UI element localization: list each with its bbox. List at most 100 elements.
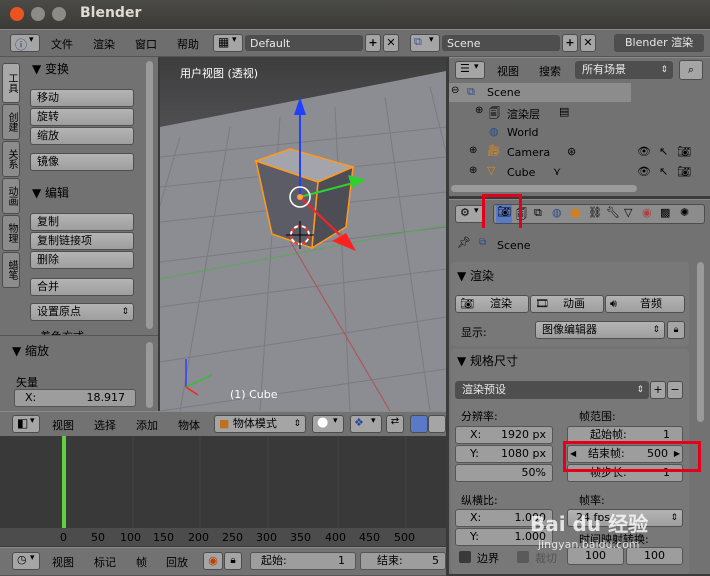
tab-animation[interactable]: 动画 <box>2 178 20 214</box>
resolution-percent-slider[interactable]: 50% <box>455 464 553 482</box>
duplicate-linked-button[interactable]: 复制链接项 <box>30 232 134 250</box>
outliner-row-cube[interactable]: ⊕ ▽ Cube ⋎ 👁︎ ↖ 📷︎ <box>449 163 710 182</box>
view3d-menu-object[interactable]: 物体 <box>178 417 200 433</box>
scene-field[interactable]: Scene <box>442 35 560 51</box>
world-tab-icon[interactable]: ◍ <box>552 206 562 219</box>
constraints-tab-icon[interactable]: ⛓ <box>588 206 602 219</box>
rotate-manipulator-icon[interactable] <box>428 415 446 433</box>
lock-icon[interactable]: 🔒︎ <box>224 552 242 570</box>
operator-scrollbar[interactable] <box>146 342 153 408</box>
menu-help[interactable]: 帮助 <box>177 36 199 52</box>
vector-x-field[interactable]: X: 18.917 <box>14 389 136 407</box>
selectability-cursor-icon[interactable]: ↖ <box>659 165 668 178</box>
outliner-row-world[interactable]: ◍ World <box>449 123 631 142</box>
timeline-menu-frame[interactable]: 帧 <box>136 554 147 570</box>
outliner-row-camera[interactable]: ⊕ 🎥︎ Camera ⊛ 👁︎ ↖ 📷︎ <box>449 143 710 162</box>
tab-grease-pencil[interactable]: 蜡笔 <box>2 252 20 288</box>
object-tab-icon[interactable]: ■ <box>570 206 580 219</box>
expand-icon[interactable]: ⊕ <box>469 145 477 156</box>
render-animation-button[interactable]: 🎞︎ 动画 <box>530 295 604 313</box>
remove-screen-icon[interactable]: ✕ <box>383 34 399 52</box>
display-dropdown[interactable]: 图像编辑器 ⇕ <box>535 321 665 339</box>
screen-layout-field[interactable]: Default <box>245 35 363 51</box>
editor-type-outliner-icon[interactable]: ☰ ▾ <box>455 61 485 79</box>
collapse-icon[interactable]: ⊖ <box>451 85 459 96</box>
render-presets-dropdown[interactable]: 渲染预设 ⇕ <box>455 381 649 399</box>
outliner-scrollbar[interactable] <box>451 185 637 192</box>
tab-physics[interactable]: 物理 <box>2 215 20 251</box>
tab-create[interactable]: 创建 <box>2 104 20 140</box>
modifiers-tab-wrench-icon[interactable]: 🔧︎ <box>606 206 620 219</box>
editor-type-timeline-icon[interactable]: ◷ ▾ <box>12 552 40 570</box>
minimize-window-icon[interactable] <box>31 7 45 21</box>
timeline-menu-view[interactable]: 视图 <box>52 554 74 570</box>
current-frame-cursor[interactable] <box>62 436 66 528</box>
timeline-area[interactable]: 0 50 100 150 200 250 300 350 400 450 500 <box>0 436 446 546</box>
render-panel-header[interactable]: ▼ 渲染 <box>457 267 494 284</box>
resolution-x-field[interactable]: X: 1920 px <box>455 426 553 444</box>
material-tab-icon[interactable]: ◉ <box>642 206 652 219</box>
tab-tools[interactable]: 工具 <box>2 63 20 103</box>
data-tab-mesh-icon[interactable]: ▽ <box>624 206 632 219</box>
outliner-menu-view[interactable]: 视图 <box>497 63 519 79</box>
add-scene-icon[interactable]: + <box>562 34 578 52</box>
selectability-cursor-icon[interactable]: ↖ <box>659 145 668 158</box>
view3d-menu-view[interactable]: 视图 <box>52 417 74 433</box>
outliner-menu-search[interactable]: 搜索 <box>539 63 561 79</box>
visibility-eye-icon[interactable]: 👁︎ <box>637 145 651 158</box>
editor-type-3dview-icon[interactable]: ◧ ▾ <box>12 415 40 433</box>
set-origin-dropdown[interactable]: 设置原点 ⇕ <box>30 303 134 321</box>
edit-panel-header[interactable]: ▼ 编辑 <box>32 184 69 201</box>
texture-tab-icon[interactable]: ▩ <box>660 206 670 219</box>
renderability-camera-icon[interactable]: 📷︎ <box>677 165 691 178</box>
scene-tab-icon[interactable]: ⧉ <box>534 206 542 220</box>
timeline-menu-playback[interactable]: 回放 <box>166 554 188 570</box>
record-keyframe-icon[interactable]: ◉ <box>203 552 223 570</box>
viewport-shading-icon[interactable]: ● ▾ <box>312 415 344 433</box>
view3d-menu-add[interactable]: 添加 <box>136 417 158 433</box>
menu-window[interactable]: 窗口 <box>135 36 157 52</box>
start-frame-field[interactable]: 起始: 1 <box>250 552 356 570</box>
mirror-button[interactable]: 镜像 <box>30 153 134 171</box>
expand-icon[interactable]: ⊕ <box>469 165 477 176</box>
properties-scrollbar[interactable] <box>697 262 704 422</box>
lock-interface-icon[interactable]: 🔒︎ <box>667 321 685 339</box>
add-screen-icon[interactable]: + <box>365 34 381 52</box>
timeline-menu-marker[interactable]: 标记 <box>94 554 116 570</box>
outliner-row-scene[interactable]: ⊖ ⧉ Scene <box>449 83 631 102</box>
duplicate-button[interactable]: 复制 <box>30 213 134 231</box>
transform-panel-header[interactable]: ▼ 变换 <box>32 60 69 77</box>
rotate-button[interactable]: 旋转 <box>30 108 134 126</box>
menu-render[interactable]: 渲染 <box>93 36 115 52</box>
expand-icon[interactable]: ⊕ <box>475 105 483 116</box>
particles-tab-icon[interactable]: ✺ <box>680 206 689 219</box>
render-audio-button[interactable]: 🔊︎ 音频 <box>605 295 685 313</box>
render-still-button[interactable]: 📷︎ 渲染 <box>455 295 529 313</box>
pivot-point-icon[interactable]: ❖ ▾ <box>350 415 382 433</box>
delete-button[interactable]: 删除 <box>30 251 134 269</box>
pin-icon[interactable]: 📌︎ <box>457 236 471 249</box>
render-engine-dropdown[interactable]: Blender 渲染 <box>614 34 704 52</box>
outliner-row-render-layers[interactable]: ⊕ 🗐 渲染层 ▤ <box>449 103 631 122</box>
scene-icon[interactable]: ⧉ ▾ <box>410 34 440 52</box>
operator-panel-header[interactable]: ▼ 缩放 <box>12 342 49 359</box>
resolution-y-field[interactable]: Y: 1080 px <box>455 445 553 463</box>
end-frame-field[interactable]: 结束: 5 <box>360 552 446 570</box>
remove-preset-icon[interactable]: − <box>667 381 683 399</box>
menu-file[interactable]: 文件 <box>51 36 73 52</box>
editor-type-properties-icon[interactable]: ⚙ ▾ <box>455 205 485 223</box>
object-mode-dropdown[interactable]: ■ 物体模式 ⇕ <box>214 415 306 433</box>
dimensions-panel-header[interactable]: ▼ 规格尺寸 <box>457 352 518 369</box>
manipulator-toggle-icon[interactable]: ⇄ <box>386 415 404 433</box>
join-button[interactable]: 合并 <box>30 278 134 296</box>
outliner-search-icon[interactable]: ⌕ <box>679 60 703 80</box>
tab-relations[interactable]: 关系 <box>2 141 20 177</box>
outliner-filter-dropdown[interactable]: 所有场景 ⇕ <box>575 61 673 79</box>
border-checkbox[interactable] <box>459 551 471 563</box>
viewport-3d[interactable]: 用户视图 (透视) (1) Cube <box>160 57 446 411</box>
crop-checkbox[interactable] <box>517 551 529 563</box>
toolshelf-scrollbar[interactable] <box>146 61 153 329</box>
close-window-icon[interactable] <box>10 7 24 21</box>
renderability-camera-icon[interactable]: 📷︎ <box>677 145 691 158</box>
add-preset-icon[interactable]: + <box>650 381 666 399</box>
